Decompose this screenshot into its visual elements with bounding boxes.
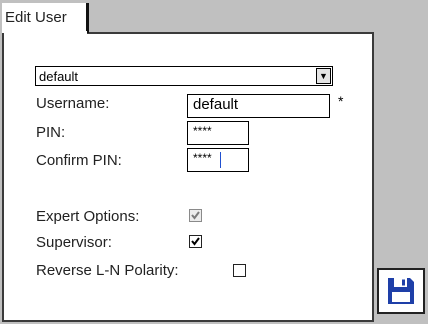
pin-label: PIN: — [36, 124, 66, 141]
reverse-polarity-label: Reverse L-N Polarity: — [36, 262, 179, 279]
confirm-pin-label: Confirm PIN: — [36, 152, 122, 169]
pin-value: **** — [193, 124, 212, 138]
username-label: Username: — [36, 95, 110, 112]
expert-options-label: Expert Options: — [36, 208, 140, 225]
required-asterisk: * — [338, 93, 344, 109]
tab-edit-user[interactable]: Edit User — [2, 3, 89, 33]
confirm-pin-value: **** — [193, 151, 212, 165]
supervisor-checkbox[interactable] — [189, 235, 202, 248]
user-select-value: default — [39, 69, 79, 84]
confirm-pin-field[interactable]: **** — [187, 148, 249, 172]
username-field[interactable]: default — [187, 94, 330, 118]
expert-options-checkbox[interactable] — [189, 209, 202, 222]
user-select-dropdown[interactable]: default ▼ — [35, 66, 333, 86]
save-button[interactable] — [377, 268, 425, 314]
tab-label: Edit User — [5, 9, 67, 26]
chevron-down-icon[interactable]: ▼ — [316, 68, 331, 84]
checkmark-icon — [191, 211, 200, 220]
reverse-polarity-checkbox[interactable] — [233, 264, 246, 277]
pin-field[interactable]: **** — [187, 121, 249, 145]
floppy-disk-icon — [388, 278, 414, 304]
supervisor-label: Supervisor: — [36, 234, 112, 251]
checkmark-icon — [191, 237, 200, 246]
username-value: default — [193, 96, 239, 113]
tab-join — [4, 31, 87, 35]
text-caret — [220, 152, 221, 168]
